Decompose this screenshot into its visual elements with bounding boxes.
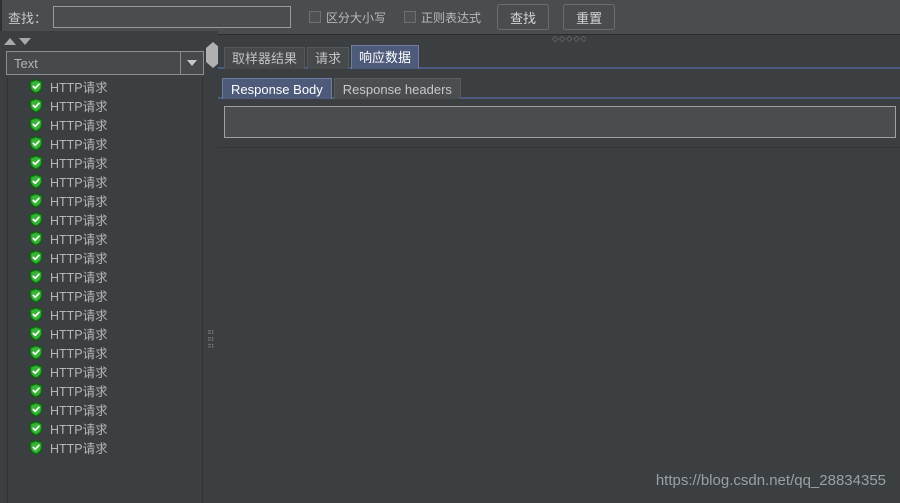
sub-tab-bar: Response Body Response headers [218,75,900,99]
splitter-collapse-controls [206,42,220,68]
success-shield-icon [29,136,43,151]
response-body-content[interactable] [218,147,900,503]
tree-row-label: HTTP请求 [50,442,108,456]
tree-row[interactable]: HTTP请求 [8,267,202,286]
case-sensitive-checkbox-box[interactable] [309,11,322,23]
tree-row[interactable]: HTTP请求 [8,96,202,115]
success-shield-icon [29,307,43,322]
case-sensitive-label: 区分大小写 [326,10,387,25]
success-shield-icon [29,79,43,94]
sort-controls [4,34,44,48]
response-search-field[interactable] [224,106,896,138]
vertical-splitter-grip[interactable]: ⣿⣿⣿ [208,329,214,361]
success-shield-icon [29,231,43,246]
results-tree[interactable]: HTTP请求 HTTP请求 HTTP请求 HTTP请求 HTTP请求 HTTP请… [7,77,203,503]
tree-row[interactable]: HTTP请求 [8,286,202,305]
search-input[interactable] [53,6,292,28]
success-shield-icon [29,155,43,170]
tree-row[interactable]: HTTP请求 [8,191,202,210]
success-shield-icon [29,193,43,208]
tree-row[interactable]: HTTP请求 [8,324,202,343]
tree-row[interactable]: HTTP请求 [8,172,202,191]
success-shield-icon [29,345,43,360]
view-type-dropdown-value: Text [14,55,38,71]
subtab-2[interactable]: Response headers [333,78,461,99]
tree-row-label: HTTP请求 [50,81,108,95]
tree-row[interactable]: HTTP请求 [8,115,202,134]
tab-2[interactable]: 请求 [307,47,350,69]
tree-row[interactable]: HTTP请求 [8,419,202,438]
tree-row[interactable]: HTTP请求 [8,248,202,267]
find-button[interactable]: 查找 [497,4,550,30]
success-shield-icon [29,364,43,379]
right-detail-panel: 取样器结果 请求 响应数据 Response Body Response header… [218,43,900,503]
tree-row[interactable]: HTTP请求 [8,381,202,400]
tree-row[interactable]: HTTP请求 [8,134,202,153]
success-shield-icon [29,250,43,265]
chevron-down-icon[interactable] [180,52,203,74]
success-shield-icon [29,440,43,455]
tree-row-label: HTTP请求 [50,233,108,247]
toolbar-accent-bar [0,0,2,35]
tree-row-label: HTTP请求 [50,252,108,266]
success-shield-icon [29,117,43,132]
vertical-splitter[interactable]: ⣿⣿⣿ [204,31,220,503]
success-shield-icon [29,269,43,284]
jmeter-response-viewer: 查找： 区分大小写 正则表达式 查找 重置 ◇◇◇◇◇ Text HTTP请求 … [0,0,900,503]
tree-row-label: HTTP请求 [50,366,108,380]
success-shield-icon [29,383,43,398]
case-sensitive-checkbox[interactable]: 区分大小写 [309,9,386,26]
triangle-down-icon[interactable] [19,37,31,45]
tree-row[interactable]: HTTP请求 [8,400,202,419]
subtab-1[interactable]: Response Body [222,78,332,99]
view-type-dropdown[interactable]: Text [6,51,204,75]
regex-checkbox[interactable]: 正则表达式 [404,9,481,26]
tree-row[interactable]: HTTP请求 [8,210,202,229]
watermark-text: https://blog.csdn.net/qq_28834355 [655,472,886,489]
success-shield-icon [29,421,43,436]
regex-checkbox-box[interactable] [404,11,417,23]
left-results-panel: Text HTTP请求 HTTP请求 HTTP请求 HTTP请求 HTTP请求 … [0,31,204,503]
tree-row[interactable]: HTTP请求 [8,305,202,324]
tree-row[interactable]: HTTP请求 [8,153,202,172]
tree-row-label: HTTP请求 [50,119,108,133]
success-shield-icon [29,402,43,417]
success-shield-icon [29,288,43,303]
success-shield-icon [29,326,43,341]
tree-row-label: HTTP请求 [50,404,108,418]
tree-row-label: HTTP请求 [50,290,108,304]
tree-row[interactable]: HTTP请求 [8,343,202,362]
tree-row-label: HTTP请求 [50,176,108,190]
tree-row-label: HTTP请求 [50,271,108,285]
success-shield-icon [29,212,43,227]
tree-row[interactable]: HTTP请求 [8,438,202,457]
tree-row[interactable]: HTTP请求 [8,229,202,248]
tree-row-label: HTTP请求 [50,214,108,228]
search-toolbar: 查找： 区分大小写 正则表达式 查找 重置 [0,0,900,35]
tree-row-label: HTTP请求 [50,157,108,171]
tree-row-label: HTTP请求 [50,100,108,114]
regex-label: 正则表达式 [421,10,482,25]
find-label: 查找： [8,10,48,26]
main-tab-bar: 取样器结果 请求 响应数据 [218,43,900,69]
tree-row-label: HTTP请求 [50,309,108,323]
tree-row-label: HTTP请求 [50,138,108,152]
tree-row-label: HTTP请求 [50,385,108,399]
tab-3[interactable]: 响应数据 [351,45,420,69]
horizontal-splitter-grip[interactable]: ◇◇◇◇◇ [552,36,586,42]
success-shield-icon [29,98,43,113]
tree-row[interactable]: HTTP请求 [8,77,202,96]
tab-1[interactable]: 取样器结果 [224,47,306,69]
triangle-left-icon[interactable] [206,42,213,68]
tree-row-label: HTTP请求 [50,347,108,361]
tree-row-label: HTTP请求 [50,423,108,437]
success-shield-icon [29,174,43,189]
tree-row-label: HTTP请求 [50,328,108,342]
tree-row[interactable]: HTTP请求 [8,362,202,381]
tree-row-label: HTTP请求 [50,195,108,209]
triangle-up-icon[interactable] [4,37,16,45]
reset-button[interactable]: 重置 [563,4,616,30]
